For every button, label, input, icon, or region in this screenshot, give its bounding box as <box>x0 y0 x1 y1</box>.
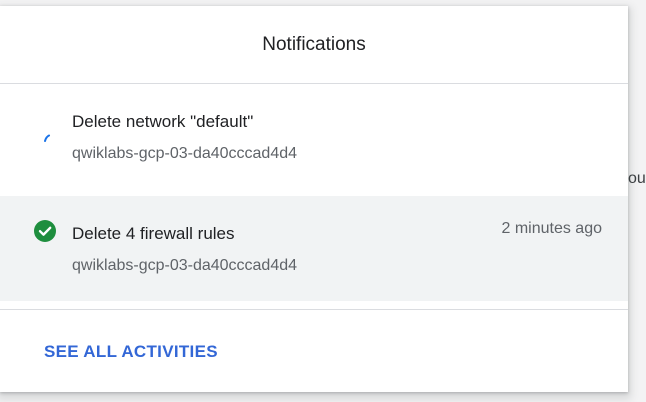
check-circle-icon <box>34 220 56 242</box>
panel-title: Notifications <box>262 33 366 55</box>
background-text-fragment: ou <box>628 170 646 187</box>
notification-project: qwiklabs-gcp-03-da40cccad4d4 <box>72 257 298 274</box>
notification-item-delete-network[interactable]: Delete network "default" qwiklabs-gcp-03… <box>0 84 628 189</box>
notification-project: qwiklabs-gcp-03-da40cccad4d4 <box>72 145 298 162</box>
progress-spinner-icon <box>44 134 50 142</box>
panel-header: Notifications <box>0 6 628 84</box>
notification-time: 2 minutes ago <box>501 220 602 237</box>
notification-item-delete-firewall-rules[interactable]: Delete 4 firewall rules qwiklabs-gcp-03-… <box>0 196 628 301</box>
notifications-panel: Notifications Delete network "default" q… <box>0 6 628 392</box>
notification-title: Delete network "default" <box>72 112 254 131</box>
see-all-activities-link[interactable]: SEE ALL ACTIVITIES <box>44 342 218 362</box>
panel-footer: SEE ALL ACTIVITIES <box>0 310 628 394</box>
